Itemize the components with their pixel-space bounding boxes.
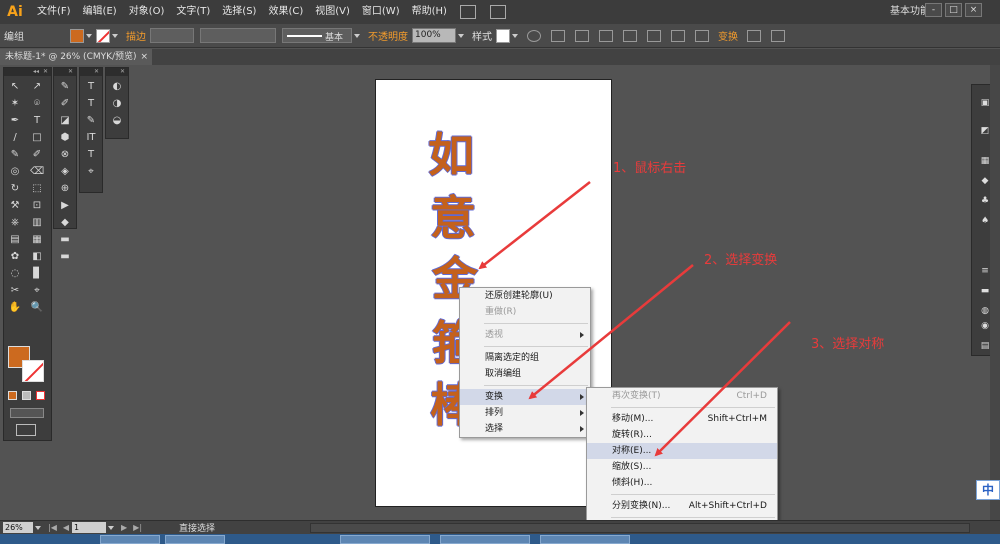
ime-indicator[interactable]: 中 bbox=[976, 480, 1000, 500]
annotation-arrows bbox=[478, 181, 791, 457]
taskbar-button[interactable] bbox=[165, 535, 225, 544]
chevron-down-icon[interactable] bbox=[108, 525, 115, 530]
arrow-to-reflect bbox=[654, 321, 791, 457]
next-page-icon[interactable]: ▶ bbox=[121, 523, 127, 532]
taskbar-button[interactable] bbox=[100, 535, 160, 544]
first-page-icon[interactable]: |◀ bbox=[48, 523, 57, 532]
arrow-to-transform bbox=[528, 264, 694, 400]
prev-page-icon[interactable]: ◀ bbox=[63, 523, 69, 532]
zoom-field[interactable]: 26% bbox=[3, 522, 33, 533]
taskbar-button[interactable] bbox=[340, 535, 430, 544]
taskbar-button[interactable] bbox=[440, 535, 530, 544]
taskbar-button[interactable] bbox=[540, 535, 630, 544]
current-tool-status: 直接选择 bbox=[179, 524, 216, 534]
status-bar: 26% |◀ ◀ 1 ▶ ▶| 直接选择 bbox=[0, 520, 1000, 534]
arrow-to-artwork bbox=[478, 181, 591, 270]
vertical-scrollbar[interactable] bbox=[990, 65, 1000, 520]
horizontal-scrollbar[interactable] bbox=[310, 523, 970, 533]
chevron-down-icon[interactable] bbox=[35, 525, 41, 530]
page-field[interactable]: 1 bbox=[72, 522, 107, 533]
taskbar bbox=[0, 534, 1000, 544]
last-page-icon[interactable]: ▶| bbox=[133, 523, 142, 532]
